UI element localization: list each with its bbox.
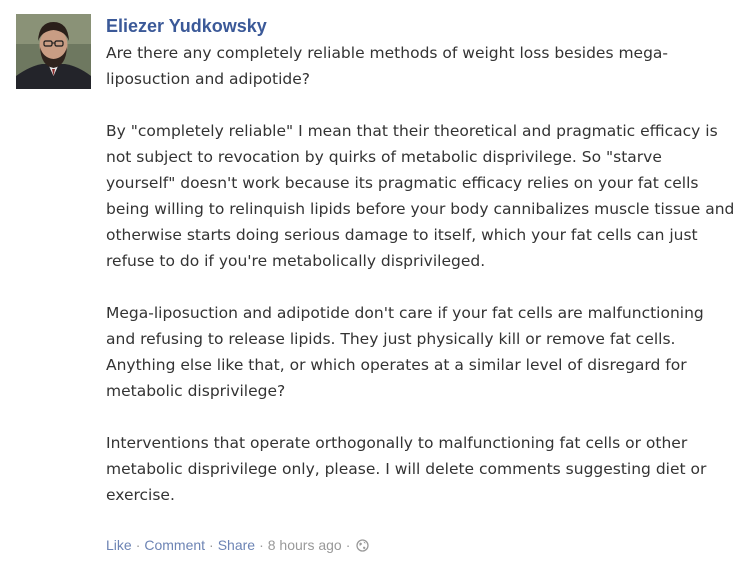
separator: · — [259, 537, 264, 553]
post-paragraph: Interventions that operate orthogonally … — [106, 434, 707, 504]
globe-icon[interactable] — [356, 537, 370, 557]
avatar[interactable] — [16, 14, 91, 89]
post-paragraph: Mega-liposuction and adipotide don't car… — [106, 304, 704, 400]
author-name[interactable]: Eliezer Yudkowsky — [106, 14, 267, 38]
post-paragraph: By "completely reliable" I mean that the… — [106, 122, 735, 270]
comment-link[interactable]: Comment — [144, 537, 205, 553]
separator: · — [345, 537, 351, 553]
post-paragraph: Are there any completely reliable method… — [106, 44, 669, 88]
like-link[interactable]: Like — [106, 537, 132, 553]
post-actions: Like · Comment · Share · 8 hours ago · — [106, 535, 370, 557]
separator: · — [209, 537, 214, 553]
timestamp[interactable]: 8 hours ago — [268, 537, 342, 553]
profile-photo — [16, 14, 91, 89]
post-body: Are there any completely reliable method… — [106, 40, 736, 508]
share-link[interactable]: Share — [218, 537, 255, 553]
post-content: Eliezer Yudkowsky Are there any complete… — [106, 14, 736, 508]
separator: · — [135, 537, 141, 553]
facebook-post: Eliezer Yudkowsky Are there any complete… — [0, 0, 750, 564]
